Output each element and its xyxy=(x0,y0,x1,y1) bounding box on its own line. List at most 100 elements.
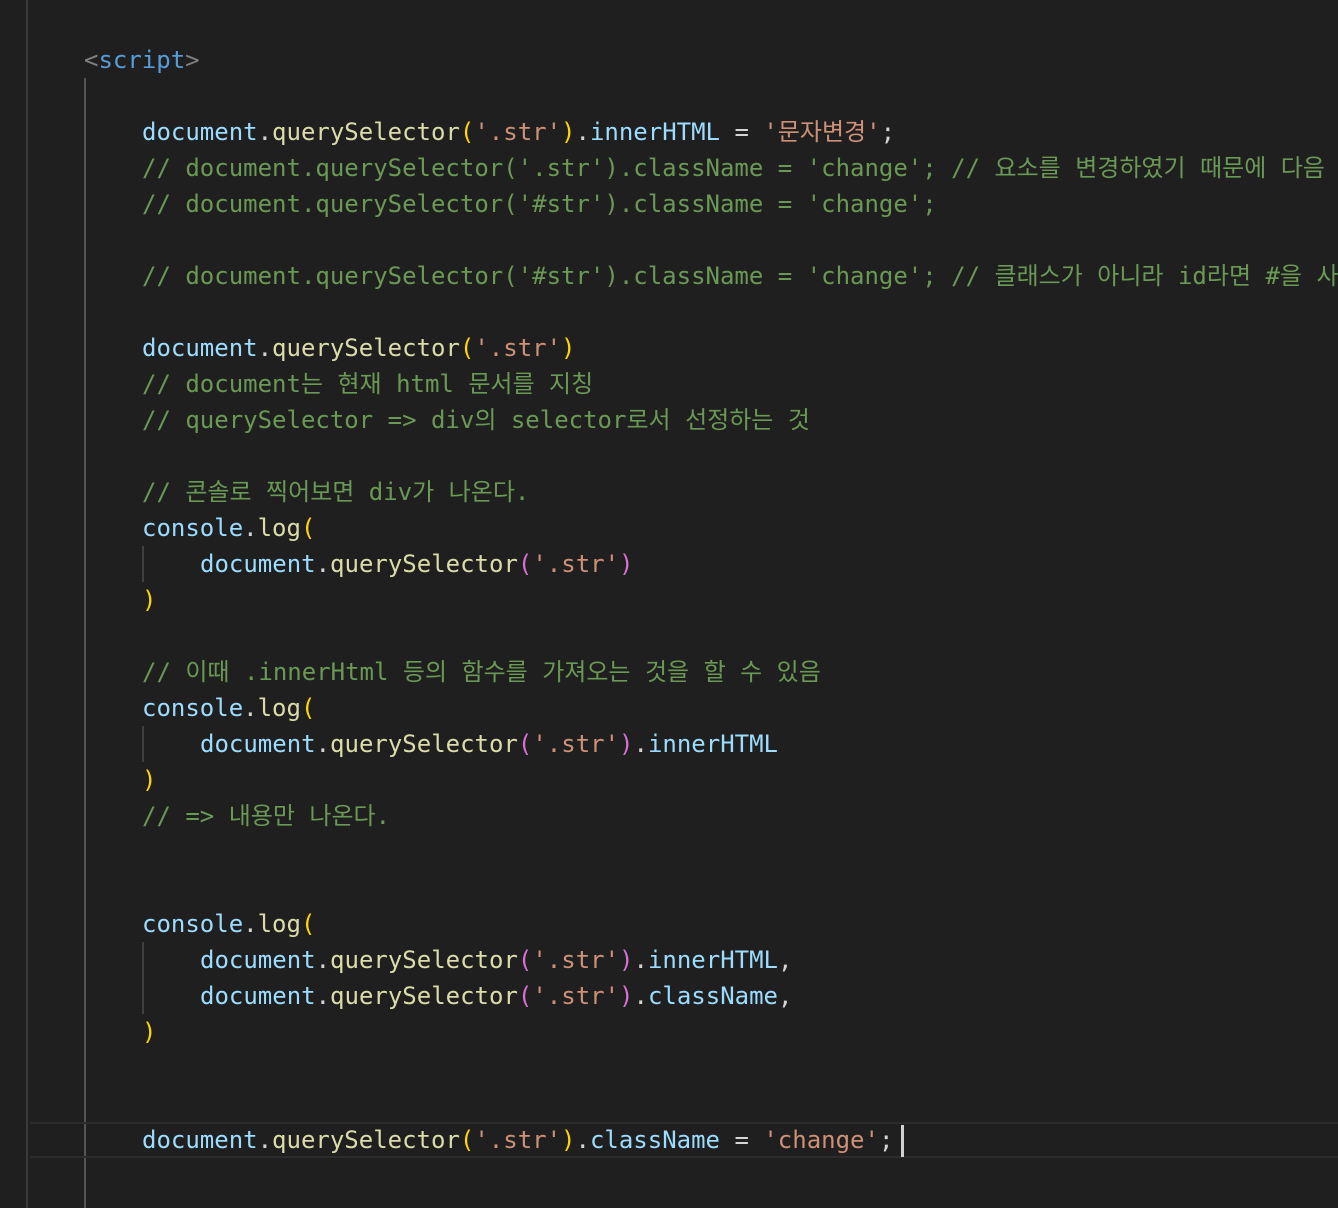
token-object: document xyxy=(142,334,258,362)
token-function: querySelector xyxy=(330,730,518,758)
code-line-query[interactable]: document.querySelector('.str') xyxy=(0,330,1338,366)
token-object: console xyxy=(142,514,244,542)
token-function: querySelector xyxy=(330,550,518,578)
token-dot: . xyxy=(315,730,331,758)
token-dot: . xyxy=(575,118,590,146)
token-paren: ) xyxy=(619,982,634,1010)
token-string: '.str' xyxy=(532,946,620,974)
token-semicolon: ; xyxy=(878,1126,894,1154)
token-object: document xyxy=(200,550,316,578)
token-dot: . xyxy=(315,550,331,578)
token-dot: . xyxy=(315,982,331,1010)
token-paren: ) xyxy=(619,730,634,758)
comment-text: // document는 현재 html 문서를 지칭 xyxy=(142,370,594,398)
code-line-log-arg[interactable]: document.querySelector('.str').className… xyxy=(0,978,1338,1014)
tag-bracket-open: < xyxy=(84,46,99,74)
token-paren: ) xyxy=(561,334,576,362)
token-operator: = xyxy=(720,118,764,146)
token-paren: ) xyxy=(142,586,157,614)
token-semicolon: ; xyxy=(880,118,896,146)
token-property: className xyxy=(589,1126,720,1154)
token-paren: ) xyxy=(561,118,576,146)
code-line-log-arg[interactable]: document.querySelector('.str').innerHTML… xyxy=(0,942,1338,978)
code-line-console-log[interactable]: console.log( xyxy=(0,690,1338,726)
token-paren: ) xyxy=(561,1126,576,1154)
code-line-comment[interactable]: // document.querySelector('#str').classN… xyxy=(0,258,1338,294)
token-property: className xyxy=(647,982,778,1010)
token-paren: ( xyxy=(459,334,475,362)
token-comma: , xyxy=(778,946,793,974)
token-function: log xyxy=(257,514,301,542)
comment-text: // document.querySelector('#str').classN… xyxy=(142,262,1338,290)
code-line-log-arg[interactable]: document.querySelector('.str') xyxy=(0,546,1338,582)
code-line-comment[interactable]: // document.querySelector('.str').classN… xyxy=(0,150,1338,186)
token-dot: . xyxy=(243,514,258,542)
token-string: '.str' xyxy=(532,550,620,578)
token-object: document xyxy=(200,730,316,758)
token-function: querySelector xyxy=(272,334,460,362)
code-line-current[interactable]: document.querySelector('.str').className… xyxy=(30,1122,1338,1158)
token-dot: . xyxy=(243,694,258,722)
comment-text: // document.querySelector('#str').classN… xyxy=(142,190,937,218)
code-line-log-arg[interactable]: document.querySelector('.str').innerHTML xyxy=(0,726,1338,762)
token-paren: ) xyxy=(619,550,634,578)
code-line-comment[interactable]: // => 내용만 나온다. xyxy=(0,798,1338,834)
token-paren: ( xyxy=(459,1126,475,1154)
code-line-comment[interactable]: // 이때 .innerHtml 등의 함수를 가져오는 것을 할 수 있음 xyxy=(0,654,1338,690)
token-dot: . xyxy=(243,910,258,938)
token-dot: . xyxy=(633,946,648,974)
tag-name: script xyxy=(98,46,186,74)
token-paren: ( xyxy=(300,910,316,938)
code-line-innerhtml-assign[interactable]: document.querySelector('.str').innerHTML… xyxy=(0,114,1338,150)
token-function: querySelector xyxy=(330,982,518,1010)
token-string: '.str' xyxy=(474,1126,562,1154)
token-paren: ( xyxy=(300,694,316,722)
token-object: document xyxy=(142,118,258,146)
token-paren: ( xyxy=(517,550,533,578)
token-dot: . xyxy=(633,730,648,758)
token-property: innerHTML xyxy=(647,946,778,974)
token-paren: ( xyxy=(517,946,533,974)
token-operator: = xyxy=(720,1126,764,1154)
code-line-console-log[interactable]: console.log( xyxy=(0,510,1338,546)
token-object: console xyxy=(142,694,244,722)
token-paren: ) xyxy=(142,1018,157,1046)
token-string: '.str' xyxy=(532,730,620,758)
token-paren: ( xyxy=(300,514,316,542)
token-string: '.str' xyxy=(474,334,562,362)
token-dot: . xyxy=(633,982,648,1010)
code-line-comment[interactable]: // 콘솔로 찍어보면 div가 나온다. xyxy=(0,474,1338,510)
token-property: innerHTML xyxy=(647,730,778,758)
token-object: console xyxy=(142,910,244,938)
token-dot: . xyxy=(257,334,273,362)
token-function: querySelector xyxy=(330,946,518,974)
code-line-close-paren[interactable]: ) xyxy=(0,582,1338,618)
code-line-script-open[interactable]: <script> xyxy=(0,42,1338,78)
comment-text: // => 내용만 나온다. xyxy=(142,802,391,830)
token-dot: . xyxy=(257,118,273,146)
code-line-close-paren[interactable]: ) xyxy=(0,1014,1338,1050)
token-string: 'change' xyxy=(763,1126,879,1154)
token-string: '.str' xyxy=(474,118,562,146)
token-function: querySelector xyxy=(272,1126,460,1154)
code-line-close-paren[interactable]: ) xyxy=(0,762,1338,798)
code-line-comment[interactable]: // document는 현재 html 문서를 지칭 xyxy=(0,366,1338,402)
code-line-comment[interactable]: // querySelector => div의 selector로서 선정하는… xyxy=(0,402,1338,438)
code-line-comment[interactable]: // document.querySelector('#str').classN… xyxy=(0,186,1338,222)
code-editor[interactable]: <script> document.querySelector('.str').… xyxy=(0,0,1338,1208)
token-function: querySelector xyxy=(272,118,460,146)
comment-text: // 이때 .innerHtml 등의 함수를 가져오는 것을 할 수 있음 xyxy=(142,658,821,686)
text-cursor xyxy=(901,1125,905,1157)
token-dot: . xyxy=(315,946,331,974)
token-property: innerHTML xyxy=(589,118,720,146)
code-line-console-log[interactable]: console.log( xyxy=(0,906,1338,942)
token-dot: . xyxy=(257,1126,273,1154)
token-function: log xyxy=(257,694,301,722)
token-string: '.str' xyxy=(532,982,620,1010)
token-paren: ( xyxy=(517,730,533,758)
comment-text: // 콘솔로 찍어보면 div가 나온다. xyxy=(142,478,530,506)
token-dot: . xyxy=(575,1126,590,1154)
token-paren: ( xyxy=(517,982,533,1010)
token-paren: ( xyxy=(459,118,475,146)
token-paren: ) xyxy=(142,766,157,794)
